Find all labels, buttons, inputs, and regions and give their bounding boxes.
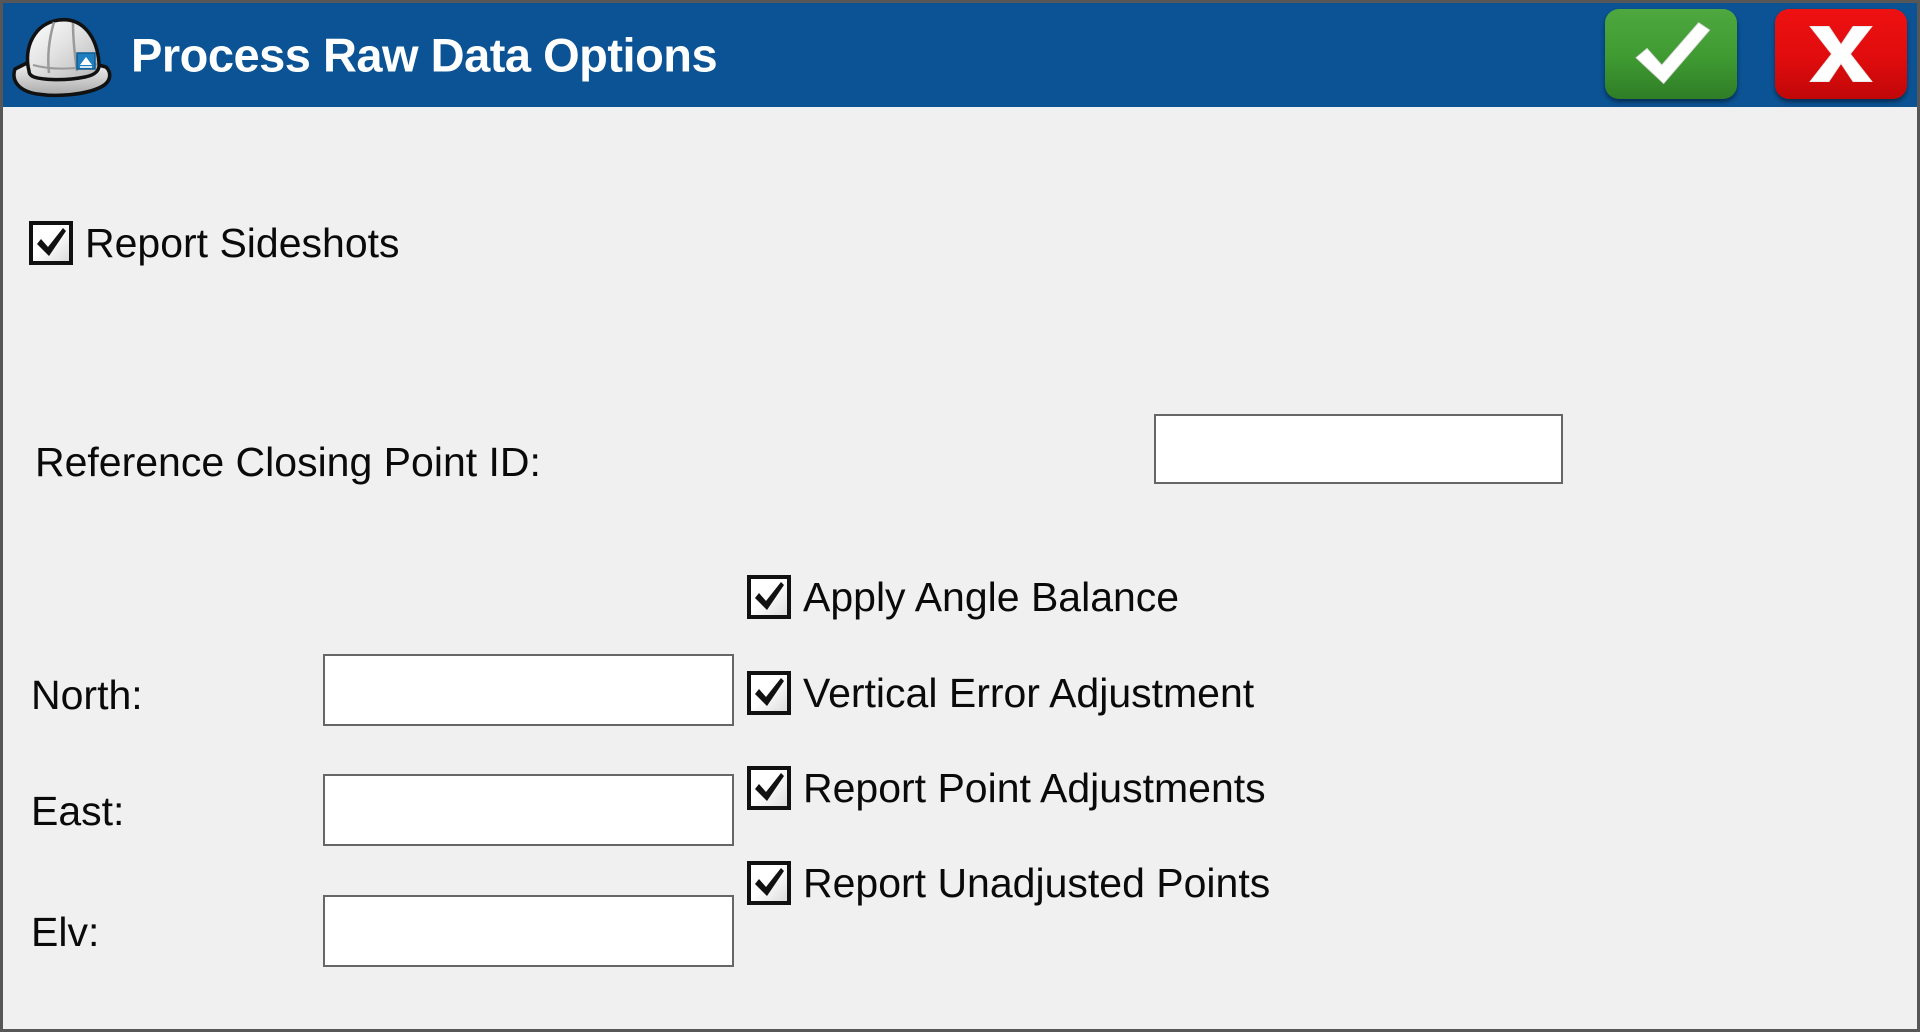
- checkmark-icon: [747, 671, 791, 715]
- east-input[interactable]: [323, 774, 734, 846]
- checkbox-apply-angle-balance-label: Apply Angle Balance: [803, 573, 1180, 620]
- check-icon: [1625, 17, 1717, 91]
- checkbox-report-sideshots-label: Report Sideshots: [85, 219, 400, 266]
- checkbox-vertical-error-adjustment[interactable]: Vertical Error Adjustment: [747, 671, 1254, 715]
- checkbox-report-point-adjustments[interactable]: Report Point Adjustments: [747, 766, 1266, 810]
- checkbox-vertical-error-adjustment-label: Vertical Error Adjustment: [803, 669, 1255, 716]
- accept-button[interactable]: [1605, 9, 1737, 99]
- checkmark-icon: [747, 766, 791, 810]
- checkbox-report-unadjusted-points[interactable]: Report Unadjusted Points: [747, 861, 1270, 905]
- titlebar: Process Raw Data Options: [3, 3, 1917, 107]
- north-input[interactable]: [323, 654, 734, 726]
- hard-hat-icon: [7, 7, 115, 103]
- reference-closing-point-label: Reference Closing Point ID:: [35, 439, 541, 485]
- process-raw-data-options-window: Process Raw Data Options Report Sideshot…: [0, 0, 1920, 1032]
- cancel-button[interactable]: [1775, 9, 1907, 99]
- titlebar-buttons: [1605, 9, 1907, 99]
- checkmark-icon: [29, 221, 73, 265]
- checkbox-report-point-adjustments-label: Report Point Adjustments: [803, 764, 1266, 811]
- checkmark-icon: [747, 575, 791, 619]
- checkbox-apply-angle-balance[interactable]: Apply Angle Balance: [747, 575, 1179, 619]
- checkmark-icon: [747, 861, 791, 905]
- north-label: North:: [31, 672, 143, 718]
- elv-input[interactable]: [323, 895, 734, 967]
- checkbox-report-unadjusted-points-label: Report Unadjusted Points: [803, 859, 1271, 906]
- elv-label: Elv:: [31, 909, 100, 955]
- east-label: East:: [31, 788, 125, 834]
- reference-closing-point-input[interactable]: [1154, 414, 1563, 484]
- page-title: Process Raw Data Options: [131, 28, 718, 82]
- x-icon: [1798, 19, 1884, 89]
- checkbox-report-sideshots[interactable]: Report Sideshots: [29, 221, 400, 265]
- dialog-body: Report Sideshots Reference Closing Point…: [3, 107, 1917, 1029]
